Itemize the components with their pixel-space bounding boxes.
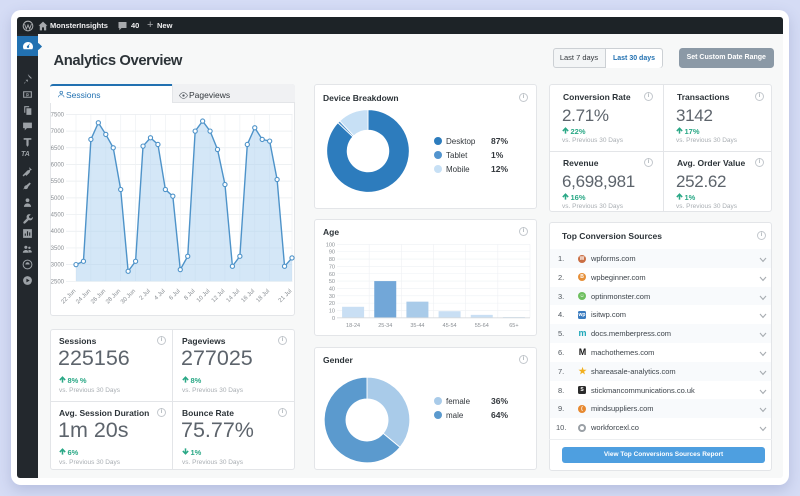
svg-text:30 Jun: 30 Jun (120, 288, 137, 305)
svg-text:65+: 65+ (509, 323, 518, 329)
svg-text:45-54: 45-54 (443, 323, 457, 329)
svg-text:25-34: 25-34 (378, 323, 392, 329)
svg-text:22 Jun: 22 Jun (60, 288, 77, 305)
svg-text:6 Jul: 6 Jul (168, 288, 181, 301)
svg-text:55-64: 55-64 (475, 323, 489, 329)
svg-text:4000: 4000 (51, 229, 65, 235)
svg-text:2 Jul: 2 Jul (139, 288, 152, 301)
svg-text:0: 0 (332, 316, 335, 322)
svg-text:4500: 4500 (51, 213, 65, 219)
svg-text:90: 90 (329, 250, 335, 256)
svg-text:3500: 3500 (51, 246, 65, 252)
svg-text:12 Jul: 12 Jul (211, 288, 227, 304)
svg-text:18 Jul: 18 Jul (256, 288, 272, 304)
svg-text:28 Jun: 28 Jun (105, 288, 122, 305)
svg-text:35-44: 35-44 (410, 323, 424, 329)
svg-text:14 Jul: 14 Jul (226, 288, 242, 304)
svg-text:16 Jul: 16 Jul (241, 288, 257, 304)
svg-text:30: 30 (329, 294, 335, 300)
svg-text:26 Jun: 26 Jun (90, 288, 107, 305)
svg-text:10 Jul: 10 Jul (196, 288, 212, 304)
svg-text:60: 60 (329, 272, 335, 278)
svg-text:6000: 6000 (51, 162, 65, 168)
svg-text:4 Jul: 4 Jul (154, 288, 167, 301)
svg-text:18-24: 18-24 (346, 323, 360, 329)
svg-text:3000: 3000 (51, 263, 65, 269)
svg-text:80: 80 (329, 257, 335, 263)
svg-text:7500: 7500 (51, 112, 65, 118)
svg-text:21 Jul: 21 Jul (278, 288, 294, 304)
svg-text:50: 50 (329, 279, 335, 285)
svg-text:24 Jun: 24 Jun (75, 288, 92, 305)
svg-text:2500: 2500 (51, 279, 65, 285)
svg-text:7000: 7000 (51, 129, 65, 135)
svg-text:5000: 5000 (51, 196, 65, 202)
svg-text:10: 10 (329, 308, 335, 314)
svg-text:100: 100 (326, 242, 335, 248)
svg-text:8 Jul: 8 Jul (183, 288, 196, 301)
svg-text:5500: 5500 (51, 179, 65, 185)
svg-text:6500: 6500 (51, 146, 65, 152)
svg-text:40: 40 (329, 286, 335, 292)
svg-text:20: 20 (329, 301, 335, 307)
svg-text:70: 70 (329, 264, 335, 270)
